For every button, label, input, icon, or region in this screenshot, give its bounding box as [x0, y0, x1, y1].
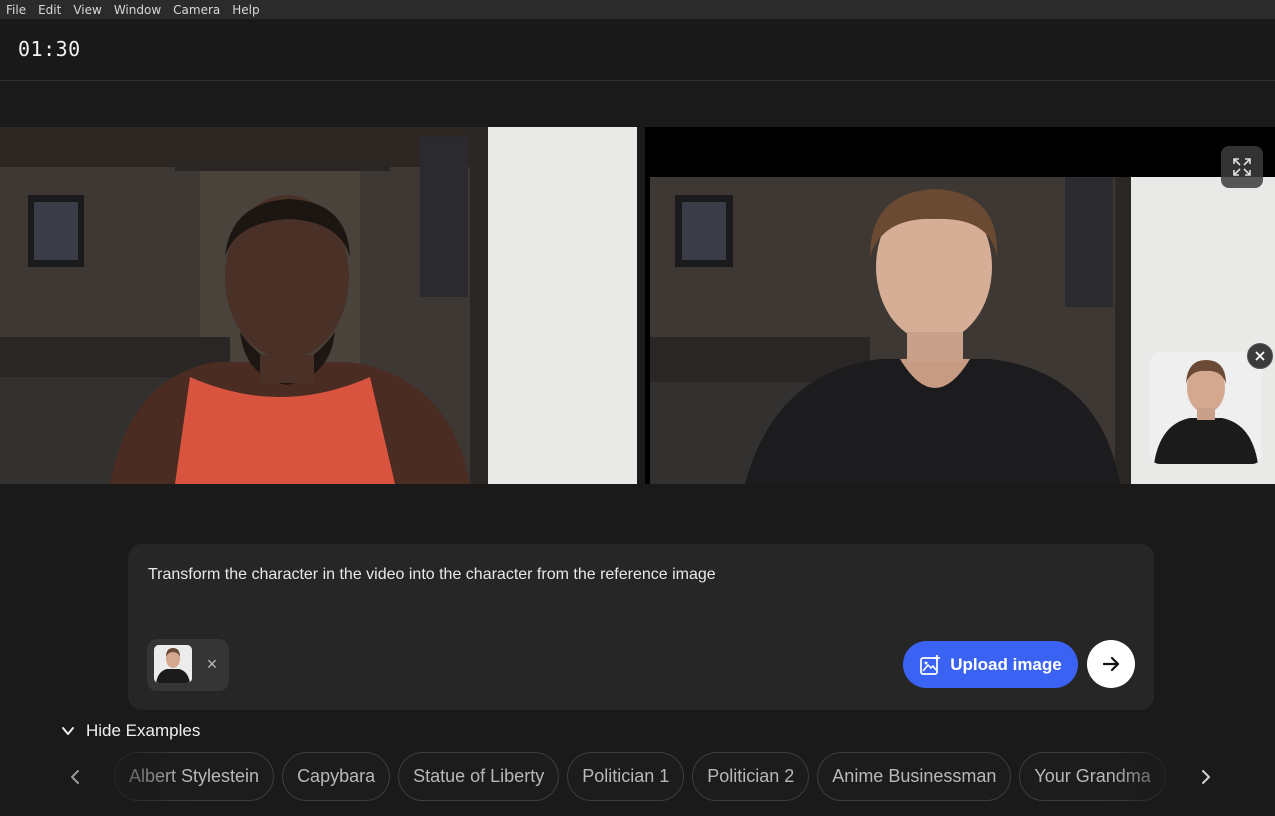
close-icon [1255, 351, 1265, 361]
remove-reference-button[interactable] [1247, 343, 1273, 369]
chevron-down-icon [62, 727, 74, 735]
menu-file[interactable]: File [6, 2, 26, 18]
reference-image-overlay [1150, 352, 1262, 464]
example-chip-albert-stylestein[interactable]: Albert Stylestein [114, 752, 275, 801]
example-chip-your-grandma[interactable]: Your Grandma [1019, 752, 1166, 801]
reference-portrait [1150, 352, 1262, 464]
examples-next-button[interactable] [1193, 764, 1219, 790]
examples-carousel: Albert Stylestein Capybara Statue of Lib… [108, 752, 1188, 802]
remove-attachment-button[interactable]: × [201, 651, 223, 677]
input-video-frame [0, 127, 637, 484]
attached-reference-chip: × [147, 639, 229, 691]
fullscreen-button[interactable] [1221, 146, 1263, 188]
input-video [0, 127, 637, 484]
examples-prev-button[interactable] [62, 764, 88, 790]
reference-portrait-small [154, 645, 192, 683]
upload-image-label: Upload image [950, 654, 1062, 674]
example-chip-politician-2[interactable]: Politician 2 [692, 752, 810, 801]
expand-icon [1233, 158, 1251, 176]
image-add-icon [920, 654, 941, 675]
header: 01:30 [0, 19, 1275, 81]
menu-view[interactable]: View [73, 2, 101, 18]
example-chip-statue-of-liberty[interactable]: Statue of Liberty [398, 752, 560, 801]
chevron-left-icon [71, 770, 79, 784]
hide-examples-toggle[interactable]: Hide Examples [60, 720, 200, 742]
session-timer: 01:30 [18, 37, 81, 61]
chevron-right-icon [1202, 770, 1210, 784]
send-button[interactable] [1087, 640, 1135, 688]
menu-window[interactable]: Window [114, 2, 161, 18]
menu-help[interactable]: Help [232, 2, 259, 18]
hide-examples-label: Hide Examples [86, 721, 201, 740]
menu-camera[interactable]: Camera [173, 2, 220, 18]
upload-image-button[interactable]: Upload image [903, 641, 1078, 688]
menu-bar: File Edit View Window Camera Help [0, 0, 1275, 19]
arrow-right-icon [1102, 656, 1120, 672]
prompt-input[interactable]: Transform the character in the video int… [148, 566, 1128, 584]
prompt-panel: Transform the character in the video int… [128, 544, 1154, 710]
attached-reference-thumbnail[interactable] [154, 645, 192, 683]
menu-edit[interactable]: Edit [38, 2, 61, 18]
example-chip-anime-businessman[interactable]: Anime Businessman [817, 752, 1012, 801]
example-chip-politician-1[interactable]: Politician 1 [567, 752, 685, 801]
examples-list: Albert Stylestein Capybara Statue of Lib… [108, 752, 1188, 801]
example-chip-capybara[interactable]: Capybara [282, 752, 391, 801]
